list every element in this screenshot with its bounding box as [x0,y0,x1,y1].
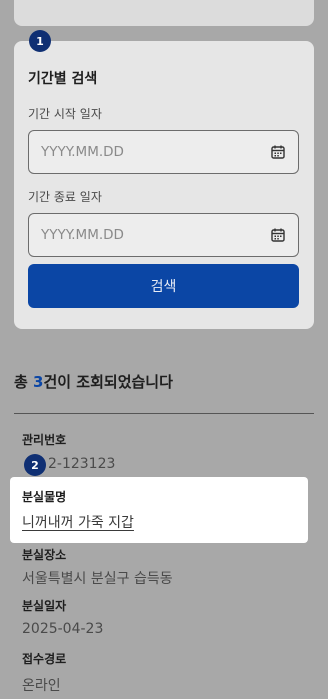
period-search-card: 기간별 검색 기간 시작 일자 YYYY.MM.DD 기간 종료 일자 YYYY… [14,41,314,329]
search-button[interactable]: 검색 [28,264,299,308]
card-title: 기간별 검색 [28,71,98,87]
lost-date-label: 분실일자 [22,599,67,613]
start-date-placeholder: YYYY.MM.DD [41,144,124,160]
lost-item-label: 분실물명 [22,490,67,504]
start-date-input[interactable]: YYYY.MM.DD [28,130,299,174]
end-date-input[interactable]: YYYY.MM.DD [28,213,299,257]
lost-item-highlight: 분실물명 니꺼내꺼 가죽 지갑 [10,477,308,543]
lost-place-value: 서울특별시 분실구 습득동 [22,571,173,587]
results-divider [14,413,314,414]
previous-card-edge [14,0,314,26]
calendar-icon[interactable] [270,227,286,243]
receipt-route-value: 온라인 [22,678,61,694]
end-date-label: 기간 종료 일자 [28,190,102,204]
start-date-label: 기간 시작 일자 [28,107,102,121]
mgmt-number-value: 2-123123 [48,456,116,472]
result-suffix: 건이 조회되었습니다 [43,373,173,391]
result-count: 총 3건이 조회되었습니다 [14,371,173,392]
calendar-icon[interactable] [270,144,286,160]
lost-item-link[interactable]: 니꺼내꺼 가죽 지갑 [22,512,134,532]
lost-place-label: 분실장소 [22,548,67,562]
mgmt-number-label: 관리번호 [22,433,67,447]
step-badge-2: 2 [24,454,46,476]
result-number: 3 [33,373,44,391]
end-date-placeholder: YYYY.MM.DD [41,227,124,243]
result-prefix: 총 [14,373,34,391]
receipt-route-label: 접수경로 [22,652,67,666]
step-badge-1: 1 [29,30,51,52]
lost-date-value: 2025-04-23 [22,621,104,637]
